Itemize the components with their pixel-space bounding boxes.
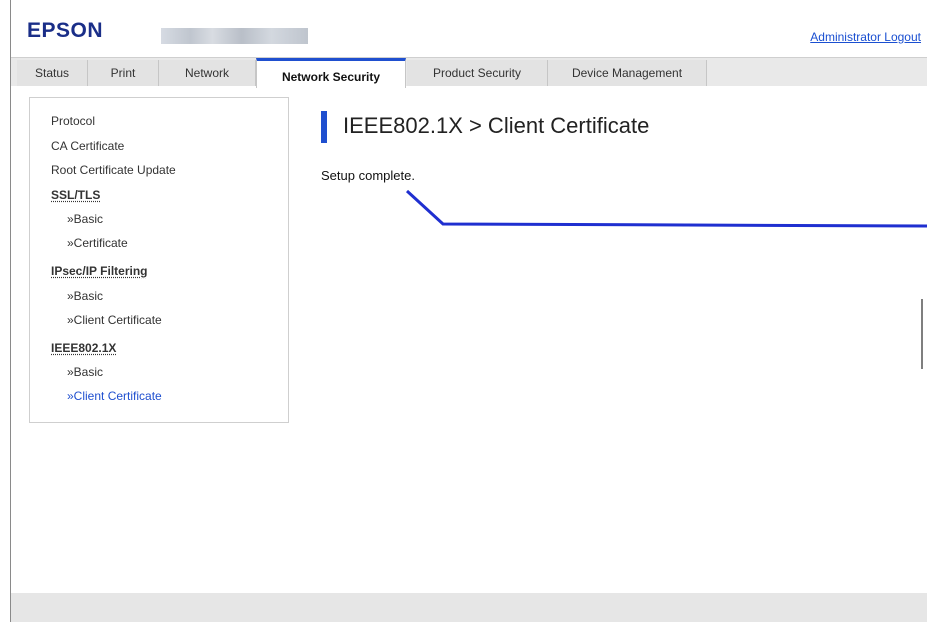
- tab-network[interactable]: Network: [159, 60, 256, 86]
- tab-product-security[interactable]: Product Security: [407, 60, 548, 86]
- sidebar-section-ipsec-ip-filtering[interactable]: IPsec/IP Filtering: [51, 264, 147, 278]
- tab-status[interactable]: Status: [17, 60, 88, 86]
- title-accent-bar: [321, 111, 327, 143]
- tab-print[interactable]: Print: [88, 60, 159, 86]
- sidebar-item-ssl-basic[interactable]: »Basic: [67, 212, 103, 226]
- page-title: IEEE802.1X > Client Certificate: [343, 113, 650, 138]
- sidebar-item-ieee-client-certificate[interactable]: »Client Certificate: [67, 389, 162, 403]
- tab-network-security[interactable]: Network Security: [256, 58, 406, 88]
- sidebar-item-ssl-certificate[interactable]: »Certificate: [67, 236, 128, 250]
- setup-complete-message: Setup complete.: [321, 168, 415, 183]
- sidebar-item-ieee-basic[interactable]: »Basic: [67, 365, 103, 379]
- sidebar-item-root-certificate-update[interactable]: Root Certificate Update: [51, 163, 176, 177]
- sidebar: Protocol CA Certificate Root Certificate…: [29, 97, 289, 423]
- scrollbar-marker: [921, 299, 923, 369]
- administrator-logout-link[interactable]: Administrator Logout: [810, 30, 921, 44]
- browser-page: EPSON Administrator Logout Status Print …: [10, 0, 927, 622]
- footer: [11, 593, 927, 622]
- tab-bar: Status Print Network Network Security Pr…: [11, 57, 927, 88]
- sidebar-item-ipsec-basic[interactable]: »Basic: [67, 289, 103, 303]
- tab-device-management[interactable]: Device Management: [548, 60, 707, 86]
- printer-name-redacted: [161, 28, 308, 44]
- sidebar-item-ipsec-client-certificate[interactable]: »Client Certificate: [67, 313, 162, 327]
- sidebar-item-protocol[interactable]: Protocol: [51, 114, 95, 128]
- sidebar-section-ssl-tls[interactable]: SSL/TLS: [51, 188, 100, 202]
- sidebar-section-ieee8021x[interactable]: IEEE802.1X: [51, 341, 116, 355]
- epson-logo: EPSON: [27, 19, 104, 42]
- header: EPSON Administrator Logout: [11, 9, 927, 47]
- sidebar-item-ca-certificate[interactable]: CA Certificate: [51, 139, 124, 153]
